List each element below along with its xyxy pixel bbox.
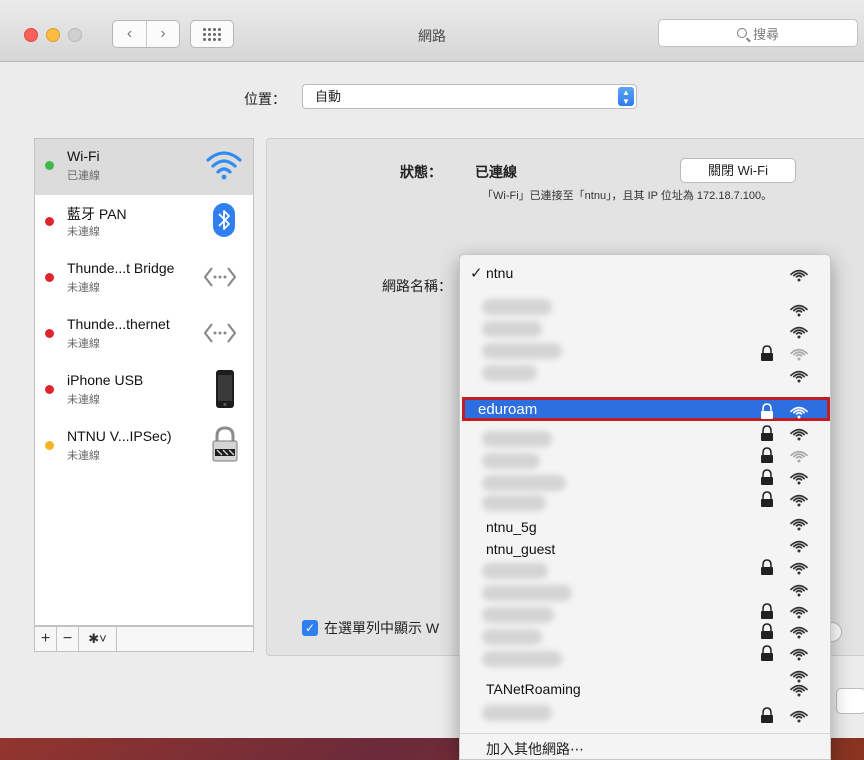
wifi-signal-icon [790, 406, 808, 419]
service-item-ntnu-vpn[interactable]: NTNU V...IPSec) 未連線 [35, 419, 253, 475]
service-item-thunderbolt-ethernet[interactable]: Thunde...thernet 未連線 [35, 307, 253, 363]
location-select[interactable]: 自動 ▲ ▼ [302, 84, 637, 109]
service-status: 未連線 [67, 338, 100, 350]
service-name: Wi-Fi [67, 148, 100, 164]
search-icon [736, 28, 747, 38]
network-name-label: 網路名稱： [382, 278, 452, 294]
wifi-signal-icon [790, 670, 808, 683]
ethernet-arrows-icon [203, 323, 237, 343]
network-signal-icons [761, 269, 808, 723]
wifi-signal-icon [790, 684, 808, 697]
service-list: Wi-Fi 已連線 藍牙 PAN 未連線 Thunde...t Bridge 未… [34, 138, 254, 626]
add-service-button[interactable]: + [35, 627, 57, 651]
wifi-signal-icon [790, 472, 808, 485]
menu-separator [460, 733, 830, 734]
service-name: 藍牙 PAN [67, 206, 127, 222]
service-name: NTNU V...IPSec) [67, 428, 172, 444]
remove-service-button[interactable]: − [57, 627, 79, 651]
service-item-iphone-usb[interactable]: iPhone USB 未連線 [35, 363, 253, 419]
service-item-thunderbolt-bridge[interactable]: Thunde...t Bridge 未連線 [35, 251, 253, 307]
wifi-signal-icon [790, 269, 808, 282]
show-in-menubar-label: 在選單列中顯示 W [324, 620, 440, 636]
lock-icon [761, 425, 773, 441]
iphone-icon [216, 370, 234, 408]
lock-icon [761, 491, 773, 507]
wifi-icon [206, 151, 242, 180]
service-item-wifi[interactable]: Wi-Fi 已連線 [35, 139, 253, 195]
wifi-signal-icon [790, 518, 808, 531]
title-bar: ‹ › 網路 搜尋 [0, 0, 864, 62]
vpn-lock-icon [212, 426, 238, 462]
lock-icon [761, 559, 773, 575]
bluetooth-icon [213, 203, 235, 237]
lock-icon [761, 447, 773, 463]
location-label: 位置： [244, 91, 286, 107]
ethernet-arrows-icon [203, 267, 237, 287]
gear-icon: ✱˅ [88, 631, 107, 646]
service-status: 已連線 [67, 170, 100, 182]
status-description: 「Wi-Fi」已連接至「ntnu」，且其 IP 位址為 172.18.7.100… [482, 190, 773, 202]
lock-icon [761, 403, 773, 419]
service-name: Thunde...t Bridge [67, 260, 175, 276]
wifi-signal-icon [790, 494, 808, 507]
location-value: 自動 [315, 89, 342, 104]
wifi-signal-icon [790, 370, 808, 383]
popup-arrows-icon: ▲ ▼ [618, 87, 634, 106]
wifi-signal-icon [790, 562, 808, 575]
turn-wifi-off-button[interactable]: 關閉 Wi-Fi [680, 158, 796, 183]
status-dot-disconnected [45, 385, 54, 394]
advanced-button[interactable] [836, 688, 864, 714]
wifi-signal-icon [790, 648, 808, 661]
wifi-signal-icon [790, 584, 808, 597]
status-dot-connected [45, 161, 54, 170]
network-dropdown-menu: ✓ ntnu eduroam ntnu_5g ntnu_guest TANetR… [459, 254, 831, 760]
service-status: 未連線 [67, 226, 100, 238]
service-status: 未連線 [67, 450, 100, 462]
status-dot-disconnected [45, 217, 54, 226]
wifi-signal-icon [790, 348, 808, 361]
status-dot-disconnected [45, 273, 54, 282]
status-label: 狀態： [400, 164, 442, 180]
wifi-signal-icon [790, 710, 808, 723]
status-value: 已連線 [475, 164, 517, 180]
status-dot-inactive [45, 441, 54, 450]
lock-icon [761, 469, 773, 485]
wifi-signal-icon [790, 428, 808, 441]
wifi-signal-icon [790, 626, 808, 639]
wifi-signal-icon [790, 606, 808, 619]
search-placeholder: 搜尋 [752, 26, 779, 42]
lock-icon [761, 603, 773, 619]
service-list-toolbar: + − ✱˅ [34, 626, 254, 652]
lock-icon [761, 707, 773, 723]
service-status: 未連線 [67, 394, 100, 406]
wifi-signal-icon [790, 450, 808, 463]
lock-icon [761, 345, 773, 361]
lock-icon [761, 623, 773, 639]
lock-icon [761, 645, 773, 661]
show-in-menubar-checkbox[interactable]: ✓ 在選單列中顯示 W [302, 618, 439, 638]
status-dot-disconnected [45, 329, 54, 338]
service-status: 未連線 [67, 282, 100, 294]
wifi-signal-icon [790, 540, 808, 553]
search-input[interactable]: 搜尋 [658, 19, 858, 47]
service-name: iPhone USB [67, 372, 144, 388]
action-menu-button[interactable]: ✱˅ [79, 627, 117, 651]
checkmark-icon: ✓ [302, 620, 318, 636]
service-name: Thunde...thernet [67, 316, 170, 332]
wifi-signal-icon [790, 326, 808, 339]
service-item-bluetooth-pan[interactable]: 藍牙 PAN 未連線 [35, 195, 253, 251]
wifi-signal-icon [790, 304, 808, 317]
join-other-network-item[interactable]: 加入其他網路⋯ [486, 739, 584, 759]
